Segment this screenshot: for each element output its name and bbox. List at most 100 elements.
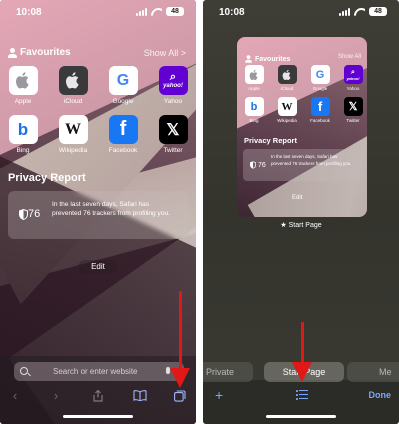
thumbnail-edit-label: Edit (292, 195, 303, 201)
favourite-google[interactable]: G Google (108, 66, 138, 105)
tab-group-me[interactable]: Me (347, 362, 399, 382)
status-bar: 10:08 48 (0, 0, 196, 26)
person-icon (245, 55, 252, 63)
thumbnail-privacy-text: In the last seven days, Safari has preve… (271, 154, 352, 166)
right-screenshot-tab-overview: 10:08 48 Favourites Show All Apple iClou… (203, 0, 399, 424)
battery-icon: 48 (369, 7, 387, 16)
favourites-heading: Favourites (8, 47, 71, 58)
favourite-yahoo[interactable]: ⌕ yahoo! Yahoo (158, 66, 188, 105)
favourite-label: Google (112, 98, 134, 105)
icloud-icon (58, 66, 88, 95)
red-arrow-down-icon (292, 362, 312, 382)
tab-groups-list-icon[interactable] (296, 390, 308, 400)
home-indicator (63, 415, 133, 418)
battery-icon: 48 (166, 7, 184, 16)
thumb-favourite-bing: b Bing (244, 97, 264, 123)
yahoo-icon: ⌕ yahoo! (158, 66, 188, 95)
favourite-label: Yahoo (346, 86, 360, 91)
favourites-title: Favourites (20, 47, 71, 58)
bing-icon: b (244, 97, 264, 116)
tab-caption-label: Start Page (288, 222, 322, 229)
thumb-favourite-google: G Google (310, 65, 330, 91)
thumb-favourite-icloud: iCloud (277, 65, 297, 91)
apple-icon (244, 65, 264, 84)
favourite-apple[interactable]: Apple (8, 66, 38, 105)
edit-button[interactable]: Edit (78, 260, 118, 274)
thumbnail-privacy-title: Privacy Report (244, 136, 297, 145)
shield-icon (19, 209, 28, 220)
thumbnail-tracker-count: 76 (257, 161, 266, 169)
favourite-twitter[interactable]: 𝕏 Twitter (158, 115, 188, 154)
favourite-label: Facebook (108, 147, 138, 154)
done-button[interactable]: Done (369, 390, 392, 400)
favourite-label: Yahoo (163, 98, 183, 105)
x-twitter-icon: 𝕏 (343, 97, 363, 116)
tabs-icon[interactable] (170, 386, 190, 406)
status-bar: 10:08 48 (203, 0, 399, 26)
apple-icon (8, 66, 38, 95)
favourites-header: Favourites Show All > (8, 47, 186, 61)
cellular-signal-icon (136, 7, 147, 16)
favourite-label: Bing (16, 147, 30, 154)
address-search-field[interactable]: Search or enter website (14, 362, 184, 381)
wifi-icon (151, 8, 162, 16)
new-tab-plus-icon[interactable]: + (215, 387, 223, 403)
tab-caption: ★ Start Page (203, 221, 399, 229)
thumbnail-show-all: Show All (337, 54, 361, 60)
favourite-label: Twitter (346, 118, 360, 123)
x-twitter-icon: 𝕏 (158, 115, 188, 144)
status-time: 10:08 (16, 7, 42, 18)
thumbnail-favourites-grid: Apple iCloud G Google ⌕ yahoo! Yahoo b B… (244, 65, 363, 123)
thumb-favourite-twitter: 𝕏 Twitter (343, 97, 363, 123)
yahoo-wordmark: yahoo! (163, 82, 183, 89)
favourite-label: Apple (248, 86, 260, 91)
show-all-link[interactable]: Show All > (144, 48, 186, 58)
left-screenshot-start-page: 10:08 48 Favourites Show All > Apple iCl… (0, 0, 196, 424)
favourite-icloud[interactable]: iCloud (58, 66, 88, 105)
search-placeholder: Search or enter website (53, 367, 138, 376)
back-icon[interactable]: ‹ (5, 386, 25, 406)
favourite-wikipedia[interactable]: W Wikipedia (58, 115, 88, 154)
privacy-report-card[interactable]: 76 In the last seven days, Safari has pr… (8, 191, 188, 239)
forward-icon[interactable]: › (46, 386, 66, 406)
wikipedia-icon: W (277, 97, 297, 116)
favourite-label: iCloud (280, 86, 294, 91)
thumb-favourite-apple: Apple (244, 65, 264, 91)
thumb-favourite-facebook: f Facebook (310, 97, 330, 123)
star-icon: ★ (280, 222, 287, 229)
icloud-icon (277, 65, 297, 84)
favourite-label: Apple (14, 98, 32, 105)
favourite-label: Bing (249, 118, 259, 123)
thumbnail-privacy-card: 76 In the last seven days, Safari has pr… (243, 149, 361, 181)
tab-group-private[interactable]: Private (203, 362, 253, 382)
red-arrow-shaft (179, 291, 182, 371)
magnifier-icon: ⌕ (351, 68, 355, 76)
thumbnail-favourites-title: Favourites (255, 55, 291, 63)
favourite-label: Twitter (163, 147, 183, 154)
home-indicator (266, 415, 336, 418)
favourite-label: Wikipedia (277, 118, 297, 123)
shield-icon: 76 (250, 161, 266, 169)
favourite-label: Google (312, 86, 328, 91)
facebook-icon: f (310, 97, 330, 116)
thumb-favourite-yahoo: ⌕ yahoo! Yahoo (343, 65, 363, 91)
status-time: 10:08 (219, 7, 245, 18)
thumb-favourite-wikipedia: W Wikipedia (277, 97, 297, 123)
privacy-report-title: Privacy Report (8, 172, 86, 184)
google-icon: G (310, 65, 330, 84)
privacy-report-text: In the last seven days, Safari has preve… (52, 201, 171, 217)
bing-icon: b (8, 115, 38, 144)
wifi-icon (354, 8, 365, 16)
bookmarks-icon[interactable] (130, 386, 150, 406)
google-icon: G (108, 66, 138, 95)
share-icon[interactable] (88, 386, 108, 406)
favourite-bing[interactable]: b Bing (8, 115, 38, 154)
yahoo-wordmark: yahoo! (346, 75, 360, 81)
favourites-grid: Apple iCloud G Google ⌕ yahoo! Yahoo b B… (8, 66, 188, 154)
favourite-facebook[interactable]: f Facebook (108, 115, 138, 154)
favourite-label: Facebook (310, 118, 330, 123)
tab-thumbnail-start-page[interactable]: Favourites Show All Apple iCloud G Googl… (237, 37, 367, 217)
red-arrow-down-icon (170, 368, 190, 388)
favourite-label: Wikipedia (58, 147, 88, 154)
magnifier-icon: ⌕ (169, 70, 177, 83)
